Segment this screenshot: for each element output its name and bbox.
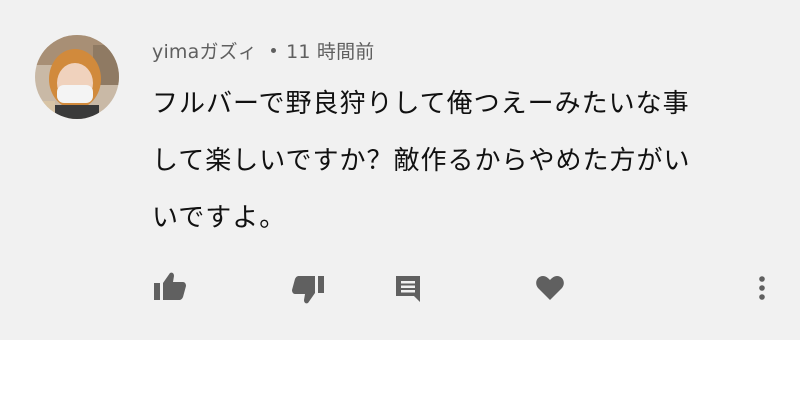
heart-button[interactable] — [530, 270, 570, 306]
avatar[interactable] — [35, 35, 119, 119]
avatar-image — [35, 35, 119, 119]
author-name[interactable]: yimaガズィ — [152, 37, 257, 64]
reply-button[interactable] — [388, 270, 428, 306]
comment-text-line: いですよ。 — [152, 203, 287, 233]
comment-text-line: して楽しいですか？敵作るからやめた方がい — [152, 146, 691, 176]
meta-separator — [271, 47, 277, 53]
dislike-button[interactable] — [288, 272, 328, 308]
comment-reply-icon — [396, 276, 420, 302]
comment-card: yimaガズィ 11 時間前 フルバーで野良狩りして俺つえーみたいな事 して楽し… — [0, 0, 800, 340]
heart-icon — [536, 276, 564, 300]
more-options-button[interactable] — [748, 270, 776, 306]
thumb-up-icon — [154, 272, 186, 300]
comment-text: フルバーで野良狩りして俺つえーみたいな事 して楽しいですか？敵作るからやめた方が… — [152, 76, 772, 247]
comment-meta: yimaガズィ 11 時間前 — [152, 36, 375, 64]
like-button[interactable] — [150, 268, 190, 304]
comment-timestamp[interactable]: 11 時間前 — [286, 37, 374, 64]
thumb-down-icon — [292, 276, 324, 304]
comment-text-line: フルバーで野良狩りして俺つえーみたいな事 — [152, 89, 690, 119]
more-vertical-icon — [759, 276, 765, 300]
